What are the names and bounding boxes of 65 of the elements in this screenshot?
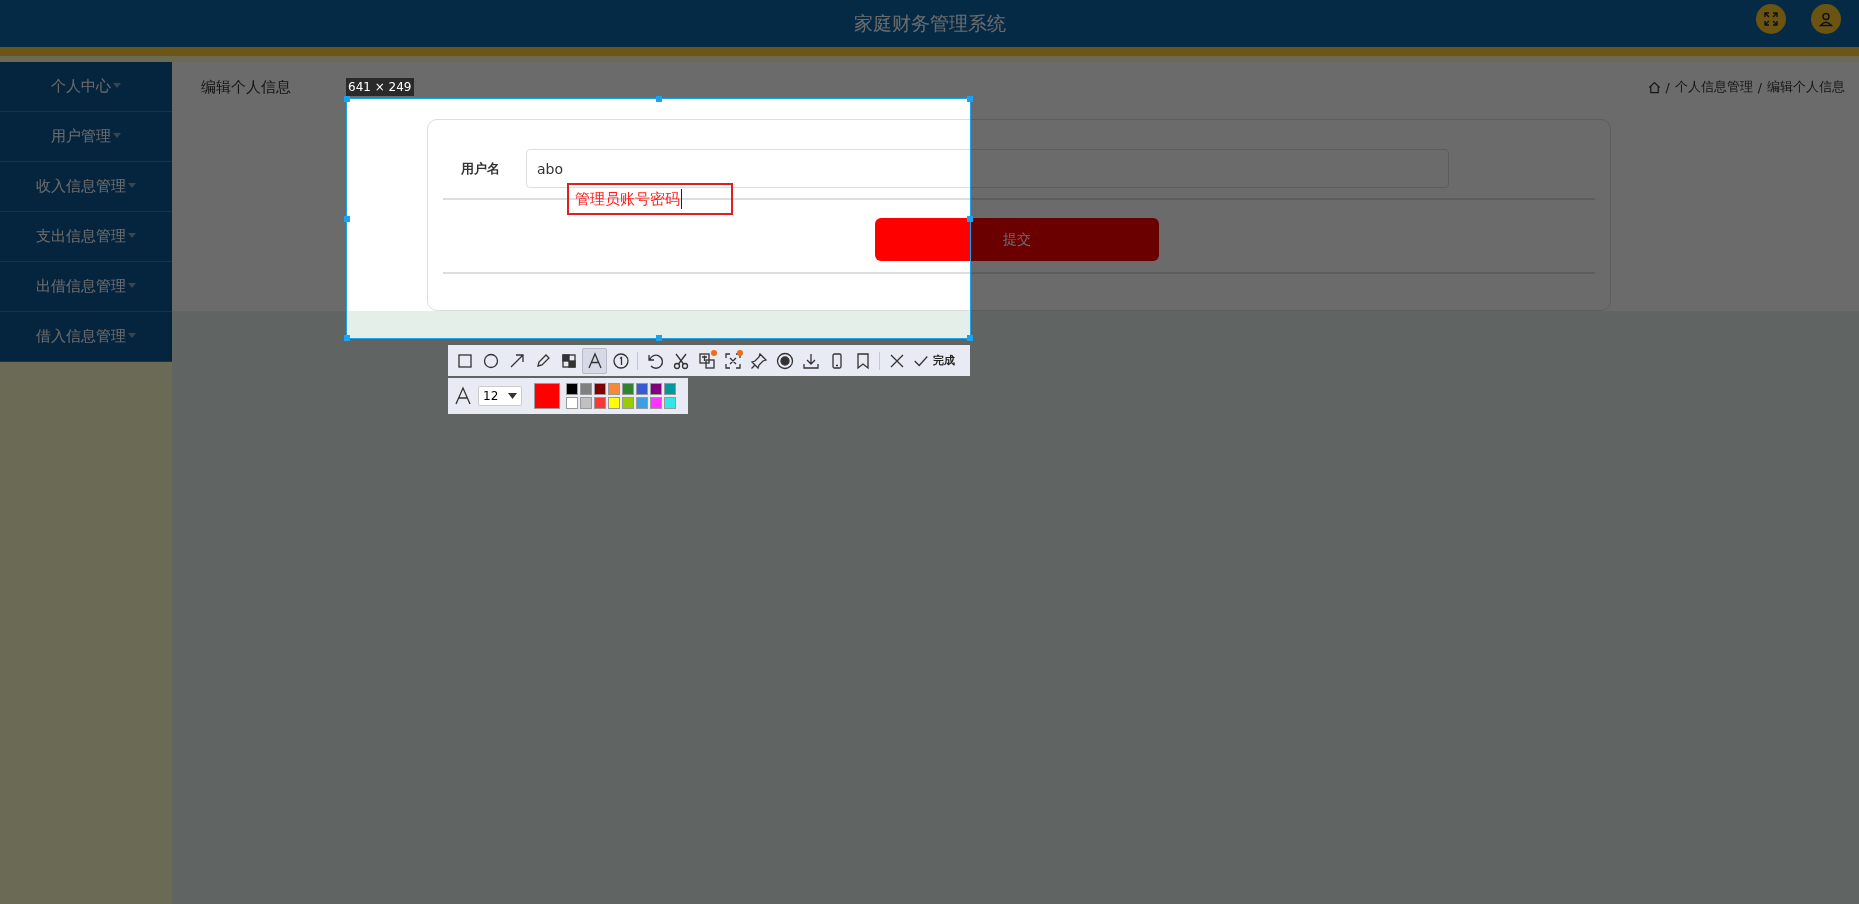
resize-handle[interactable] — [967, 335, 973, 341]
color-swatch[interactable] — [566, 383, 578, 395]
breadcrumb-separator: / — [1757, 79, 1762, 95]
field-label: 用户名 — [461, 159, 501, 178]
color-swatch[interactable] — [594, 383, 606, 395]
color-swatch[interactable] — [636, 397, 648, 409]
font-icon — [454, 386, 472, 406]
resize-handle[interactable] — [967, 215, 973, 222]
notification-dot — [737, 349, 743, 356]
sidebar-item[interactable]: 借入信息管理 — [0, 312, 172, 362]
caret-icon — [128, 283, 136, 288]
color-swatch[interactable] — [650, 383, 662, 395]
caret-icon — [113, 83, 121, 88]
color-swatch[interactable] — [636, 383, 648, 395]
numbered-marker-icon — [610, 350, 631, 371]
app-title: 家庭财务管理系统 — [853, 10, 1006, 36]
caret-icon — [113, 133, 121, 138]
capture-size-label: 641 × 249 — [346, 78, 414, 96]
color-swatch[interactable] — [580, 397, 592, 409]
username-field[interactable]: abo — [526, 149, 1449, 188]
record-icon — [774, 350, 795, 371]
font-size-dropdown[interactable]: 12 — [478, 386, 522, 406]
sidebar-item[interactable]: 用户管理 — [0, 112, 172, 162]
color-swatch[interactable] — [622, 383, 634, 395]
tool-button[interactable] — [582, 347, 607, 374]
fullscreen-button[interactable] — [1756, 4, 1786, 34]
color-swatch[interactable] — [622, 397, 634, 409]
resize-handle[interactable] — [655, 335, 662, 341]
color-swatch[interactable] — [580, 383, 592, 395]
breadcrumb-link[interactable]: 个人信息管理 — [1674, 78, 1753, 96]
done-button[interactable]: 完成 — [910, 351, 957, 370]
expand-icon — [1763, 11, 1779, 27]
color-swatch[interactable] — [608, 397, 620, 409]
text-annotation[interactable]: 管理员账号密码 — [567, 183, 733, 215]
notification-dot — [711, 349, 717, 356]
sidebar-item[interactable]: 收入信息管理 — [0, 162, 172, 212]
capture-frame[interactable] — [346, 98, 971, 339]
color-swatch[interactable] — [664, 383, 676, 395]
caret-icon — [508, 393, 517, 399]
breadcrumb-separator: / — [1665, 79, 1670, 95]
sidebar-item[interactable]: 个人中心 — [0, 62, 172, 112]
bracket-text-icon — [722, 350, 743, 371]
user-icon — [1818, 11, 1834, 27]
resize-handle[interactable] — [655, 96, 662, 102]
current-color-swatch[interactable] — [534, 383, 560, 409]
caret-icon — [128, 183, 136, 188]
user-button[interactable] — [1811, 4, 1841, 34]
resize-handle[interactable] — [344, 335, 350, 341]
sidebar-item[interactable]: 出借信息管理 — [0, 262, 172, 312]
resize-handle[interactable] — [344, 96, 350, 102]
resize-handle[interactable] — [967, 96, 973, 102]
color-swatch[interactable] — [566, 397, 578, 409]
color-swatch[interactable] — [594, 397, 606, 409]
resize-handle[interactable] — [344, 215, 350, 222]
breadcrumb-link[interactable]: 编辑个人信息 — [1767, 78, 1845, 96]
home-icon[interactable] — [1647, 80, 1661, 94]
submit-button[interactable]: 提交 — [875, 218, 1159, 261]
color-swatch[interactable] — [650, 397, 662, 409]
translate-icon — [696, 350, 717, 371]
sidebar-item[interactable]: 支出信息管理 — [0, 212, 172, 262]
color-swatch[interactable] — [664, 397, 676, 409]
pin-icon — [748, 350, 769, 371]
caret-icon — [128, 233, 136, 238]
page-title: 编辑个人信息 — [201, 77, 291, 97]
color-swatch[interactable] — [608, 383, 620, 395]
